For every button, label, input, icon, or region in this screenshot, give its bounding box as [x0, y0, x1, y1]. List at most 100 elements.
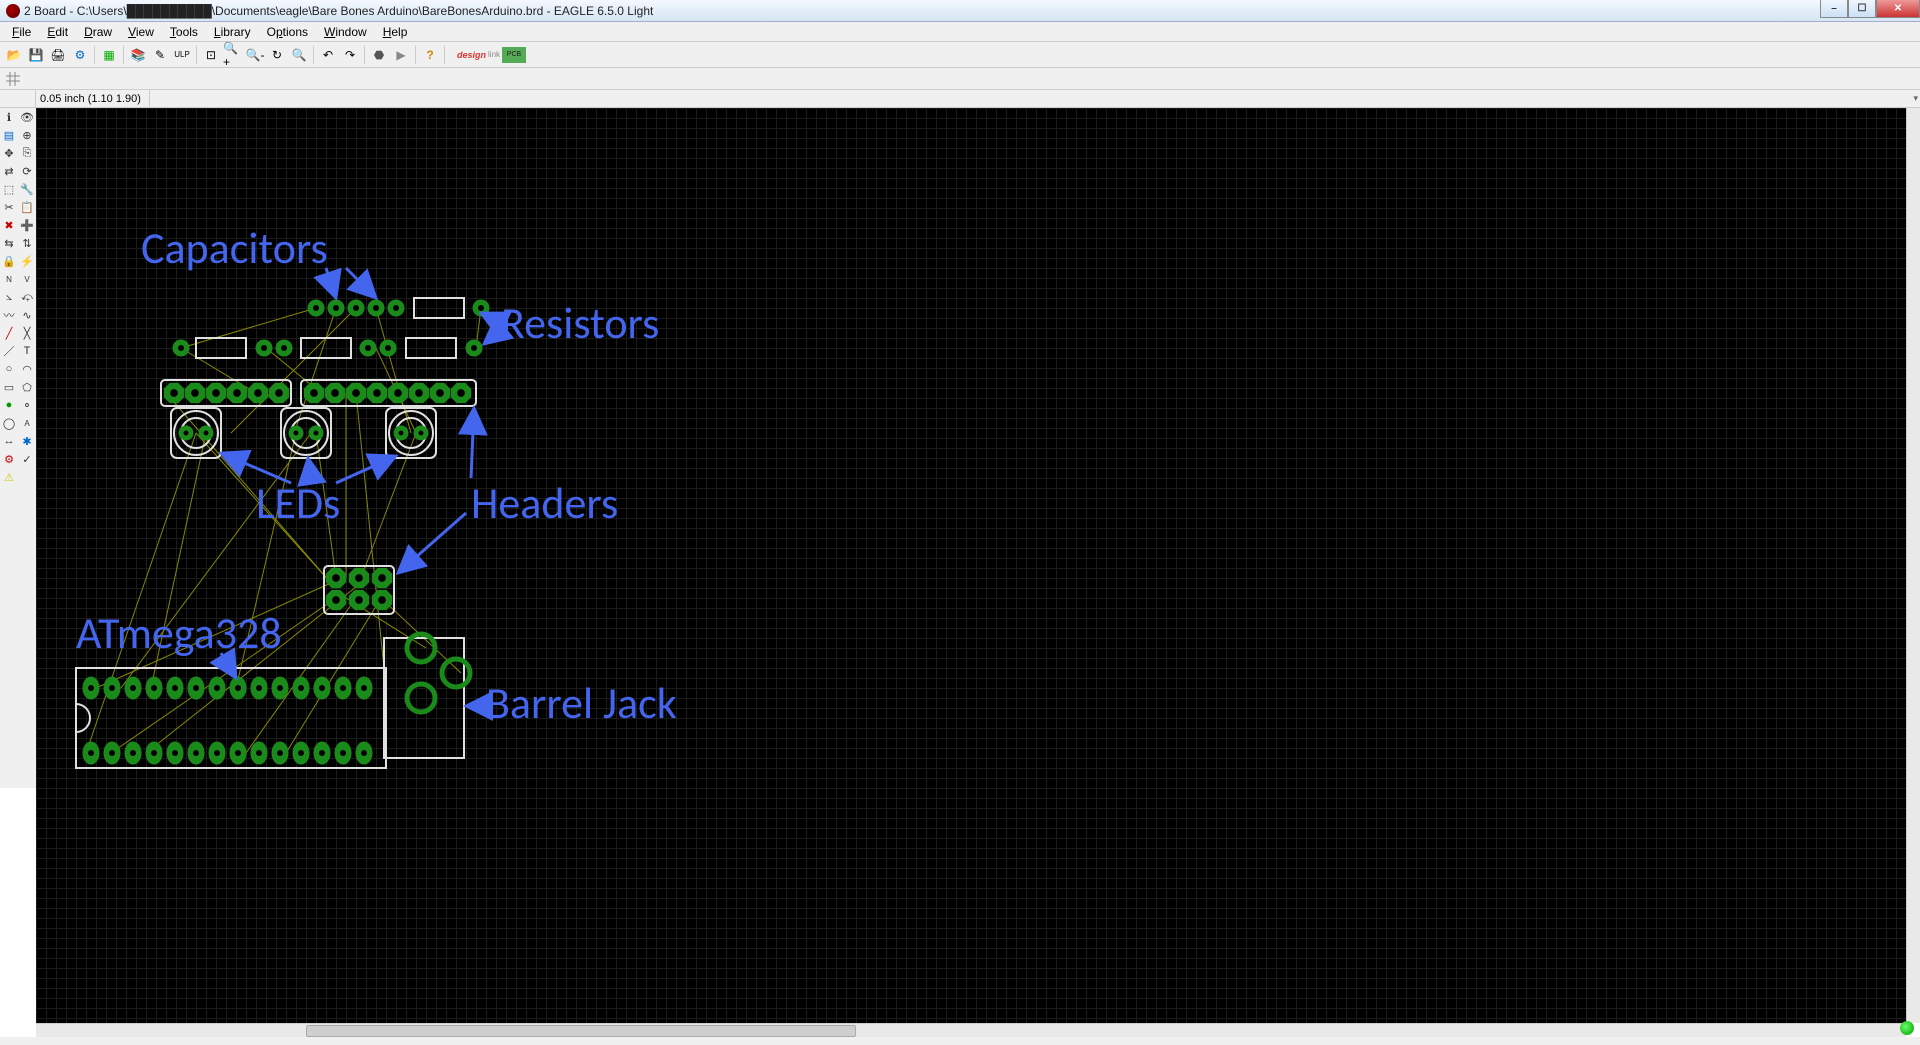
designlink-logo[interactable]: designlink	[457, 45, 500, 65]
toolbar-separator	[313, 46, 314, 64]
hole-icon[interactable]: ◯	[0, 414, 18, 432]
erc-icon[interactable]: ✓	[18, 450, 36, 468]
meander-icon[interactable]: ∿	[18, 306, 36, 324]
status-indicator-icon	[1900, 1021, 1914, 1035]
optimize-icon[interactable]: 〰	[0, 306, 18, 324]
toolbar-separator	[196, 46, 197, 64]
value-icon[interactable]: V	[18, 270, 36, 288]
window-title: 2 Board - C:\Users\██████████\Documents\…	[24, 4, 653, 18]
label-leds: LEDs	[256, 476, 340, 530]
undo-icon[interactable]: ↶	[318, 45, 338, 65]
zoom-out-icon[interactable]: 🔍-	[245, 45, 265, 65]
open-icon[interactable]: 📂	[4, 45, 24, 65]
menu-file[interactable]: File	[4, 23, 39, 41]
change-icon[interactable]: 🔧	[18, 180, 36, 198]
name-icon[interactable]: N	[0, 270, 18, 288]
grid-toggle-icon[interactable]	[4, 70, 22, 88]
menu-options[interactable]: Options	[259, 23, 316, 41]
via-icon[interactable]: ●	[0, 396, 18, 414]
show-icon[interactable]: 👁	[18, 108, 36, 126]
toolbar-separator	[415, 46, 416, 64]
horizontal-scrollbar[interactable]	[36, 1023, 1906, 1037]
miter-icon[interactable]: ⦣	[0, 288, 18, 306]
minimize-button[interactable]: –	[1820, 0, 1848, 18]
circle-icon[interactable]: ○	[0, 360, 18, 378]
app-icon	[6, 4, 20, 18]
library-use-icon[interactable]: 📚	[128, 45, 148, 65]
zoom-redraw-icon[interactable]: ↻	[267, 45, 287, 65]
route-icon[interactable]: ╱	[0, 324, 18, 342]
toolbar-separator	[94, 46, 95, 64]
menu-window[interactable]: Window	[316, 23, 375, 41]
group-icon[interactable]: ⬚	[0, 180, 18, 198]
pcb-layout: Capacitors Resistors LEDs Headers ATmega…	[36, 108, 1906, 1008]
scrollbar-thumb[interactable]	[306, 1025, 856, 1037]
copy-icon[interactable]: ⎘	[18, 144, 36, 162]
rect-icon[interactable]: ▭	[0, 378, 18, 396]
auto-icon[interactable]: ⚙	[0, 450, 18, 468]
menu-view[interactable]: View	[120, 23, 162, 41]
redo-icon[interactable]: ↷	[340, 45, 360, 65]
ratsnest-icon[interactable]: ✱	[18, 432, 36, 450]
mirror-icon[interactable]: ⇄	[0, 162, 18, 180]
window-controls: – ☐ ✕	[1820, 0, 1920, 18]
titlebar: 2 Board - C:\Users\██████████\Documents\…	[0, 0, 1920, 22]
add-icon[interactable]: ➕	[18, 216, 36, 234]
resistors-row	[173, 338, 482, 358]
vertical-scrollbar[interactable]	[1906, 108, 1920, 1023]
move-icon[interactable]: ✥	[0, 144, 18, 162]
statusbar	[0, 1037, 1920, 1045]
split-icon[interactable]: ⤽	[18, 288, 36, 306]
ulp-icon[interactable]: ULP	[172, 45, 192, 65]
board-schem-icon[interactable]: ▦	[99, 45, 119, 65]
arc-icon[interactable]: ◠	[18, 360, 36, 378]
rotate-icon[interactable]: ⟳	[18, 162, 36, 180]
maximize-button[interactable]: ☐	[1848, 0, 1876, 18]
paste-icon[interactable]: 📋	[18, 198, 36, 216]
menu-help[interactable]: Help	[375, 23, 416, 41]
menu-edit[interactable]: Edit	[39, 23, 76, 41]
dimension-icon[interactable]: ↔	[0, 432, 18, 450]
pcb-quote-logo[interactable]: PCB	[502, 47, 526, 63]
cam-icon[interactable]: ⚙	[70, 45, 90, 65]
stop-icon[interactable]: ⬣	[369, 45, 389, 65]
replace-icon[interactable]: ⇅	[18, 234, 36, 252]
attribute-icon[interactable]: A	[18, 414, 36, 432]
toolbar-separator	[123, 46, 124, 64]
zoom-fit-icon[interactable]: ⊡	[201, 45, 221, 65]
blank-icon	[18, 468, 36, 486]
coord-dropdown-icon[interactable]: ▾	[1913, 93, 1918, 104]
delete-icon[interactable]: ✖	[0, 216, 18, 234]
ripup-icon[interactable]: ╳	[18, 324, 36, 342]
zoom-select-icon[interactable]: 🔍	[289, 45, 309, 65]
menu-draw[interactable]: Draw	[76, 23, 120, 41]
go-icon[interactable]: ▶	[391, 45, 411, 65]
menu-library[interactable]: Library	[206, 23, 259, 41]
coord-readout: 0.05 inch (1.10 1.90)	[36, 90, 150, 107]
lock-icon[interactable]: 🔒	[0, 252, 18, 270]
leds	[171, 408, 436, 458]
toolbar-separator	[364, 46, 365, 64]
print-icon[interactable]: 🖨	[48, 45, 68, 65]
menu-tools[interactable]: Tools	[162, 23, 206, 41]
info-icon[interactable]: ℹ	[0, 108, 18, 126]
cut-icon[interactable]: ✂	[0, 198, 18, 216]
coord-bar: 0.05 inch (1.10 1.90) ▾	[0, 90, 1920, 108]
mark-icon[interactable]: ⊕	[18, 126, 36, 144]
display-icon[interactable]: ▤	[0, 126, 18, 144]
capacitors-row	[308, 298, 489, 318]
board-canvas[interactable]: Capacitors Resistors LEDs Headers ATmega…	[36, 108, 1906, 1023]
help-icon[interactable]: ?	[420, 45, 440, 65]
script-icon[interactable]: ✎	[150, 45, 170, 65]
text-icon[interactable]: T	[18, 342, 36, 360]
params-toolbar	[0, 68, 1920, 90]
wire-icon[interactable]: ／	[0, 342, 18, 360]
signal-icon[interactable]: ⚬	[18, 396, 36, 414]
smash-icon[interactable]: ⚡	[18, 252, 36, 270]
pinswap-icon[interactable]: ⇆	[0, 234, 18, 252]
save-icon[interactable]: 💾	[26, 45, 46, 65]
polygon-icon[interactable]: ⬠	[18, 378, 36, 396]
errors-icon[interactable]: ⚠	[0, 468, 18, 486]
close-button[interactable]: ✕	[1876, 0, 1920, 18]
zoom-in-icon[interactable]: 🔍+	[223, 45, 243, 65]
